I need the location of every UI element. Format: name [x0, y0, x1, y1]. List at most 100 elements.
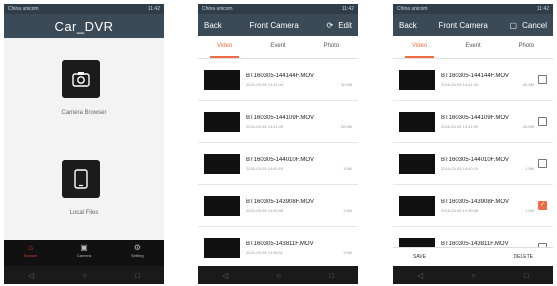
file-size: 26.5M	[522, 123, 534, 129]
tab-video[interactable]: Video	[393, 36, 446, 58]
file-name: BT160305-144010F.MOV	[441, 156, 510, 163]
video-thumbnail	[204, 237, 240, 258]
tab-camera-label: Camera	[76, 253, 92, 258]
camera-browser-button[interactable]	[62, 60, 100, 98]
tab-setting[interactable]: ⚙ Setting	[111, 240, 164, 266]
file-date: 2016-03-05 14:39:08	[246, 207, 284, 213]
home-body: Camera Browser Local Files	[4, 36, 164, 240]
category-tabs: Video Event Photo	[198, 36, 358, 59]
select-icon[interactable]: ▢	[510, 21, 518, 30]
tab-photo[interactable]: Photo	[305, 36, 358, 58]
app-header: Car_DVR	[4, 14, 164, 38]
video-thumbnail	[204, 69, 240, 90]
back-nav-icon[interactable]: ◁	[28, 271, 34, 280]
tab-photo[interactable]: Photo	[500, 36, 553, 58]
file-size: 1.5M	[343, 207, 352, 213]
camera-icon: ▣	[80, 243, 88, 252]
file-size: 30.5M	[522, 81, 534, 87]
video-thumbnail	[399, 111, 435, 132]
row-checkbox[interactable]	[538, 117, 547, 126]
list-item[interactable]: BT160305-144109F.MOV 2016-03-05 14:41:09…	[393, 101, 553, 143]
file-name: BT160305-144144F.MOV	[246, 72, 315, 79]
home-nav-icon[interactable]: ○	[276, 271, 281, 280]
file-name: BT160305-144144F.MOV	[441, 72, 510, 79]
category-tabs: Video Event Photo	[393, 36, 553, 59]
tab-browse[interactable]: ⌂ Browse	[4, 240, 57, 266]
save-button[interactable]: SAVE	[413, 254, 426, 260]
clock-text: 11:42	[147, 6, 160, 12]
video-thumbnail	[399, 69, 435, 90]
file-name: BT160305-144109F.MOV	[246, 114, 315, 121]
video-thumbnail	[399, 153, 435, 174]
switch-camera-icon[interactable]: ⟳	[327, 21, 334, 30]
tab-event[interactable]: Event	[251, 36, 304, 58]
file-size: 1.5M	[343, 165, 352, 171]
file-size: 26.5M	[340, 123, 352, 129]
tab-browse-label: Browse	[23, 253, 38, 258]
app-title: Car_DVR	[54, 18, 114, 34]
file-name: BT160305-143811F.MOV	[246, 240, 314, 247]
list-item[interactable]: BT160305-144010F.MOV 2016-03-05 14:40:10…	[393, 143, 553, 185]
file-size: 1.5M	[525, 207, 534, 213]
video-thumbnail	[204, 153, 240, 174]
back-nav-icon[interactable]: ◁	[222, 271, 228, 280]
back-button[interactable]: Back	[399, 21, 417, 30]
file-size: 1.5M	[343, 249, 352, 255]
file-list: BT160305-144144F.MOV 2016-03-05 14:41:44…	[393, 59, 553, 269]
recents-nav-icon[interactable]: □	[135, 271, 140, 280]
file-date: 2016-03-05 14:39:08	[441, 207, 479, 213]
file-date: 2016-03-05 14:40:10	[441, 165, 479, 171]
list-item[interactable]: BT160305-144144F.MOV 2016-03-05 14:41:44…	[393, 59, 553, 101]
clock-text: 11:42	[536, 6, 549, 12]
list-item[interactable]: BT160305-144144F.MOV 2016-03-05 14:41:44…	[198, 59, 358, 101]
tab-camera[interactable]: ▣ Camera	[57, 240, 110, 266]
file-date: 2016-03-05 14:41:09	[246, 123, 284, 129]
home-nav-icon[interactable]: ○	[471, 271, 476, 280]
list-item[interactable]: BT160305-143908F.MOV 2016-03-05 14:39:08…	[393, 185, 553, 227]
system-nav-bar: ◁ ○ □	[198, 266, 358, 284]
carrier-text: China unicom	[202, 6, 233, 12]
app-header: Back Front Camera ▢ Cancel	[393, 14, 553, 36]
list-item[interactable]: BT160305-143908F.MOV 2016-03-05 14:39:08…	[198, 185, 358, 227]
list-item[interactable]: BT160305-144010F.MOV 2016-03-05 14:40:10…	[198, 143, 358, 185]
tab-event[interactable]: Event	[446, 36, 499, 58]
row-checkbox[interactable]	[538, 75, 547, 84]
home-nav-icon[interactable]: ○	[82, 271, 87, 280]
recents-nav-icon[interactable]: □	[524, 271, 529, 280]
file-date: 2016-03-05 14:38:11	[246, 249, 283, 255]
gear-icon: ⚙	[133, 243, 141, 252]
file-list-screen: China unicom 11:42 Back Front Camera ⟳ E…	[198, 4, 358, 284]
file-list: BT160305-144144F.MOV 2016-03-05 14:41:44…	[198, 59, 358, 269]
file-date: 2016-03-05 14:41:44	[246, 81, 284, 87]
back-nav-icon[interactable]: ◁	[417, 271, 423, 280]
local-files-label: Local Files	[69, 210, 99, 216]
file-name: BT160305-144010F.MOV	[246, 156, 315, 163]
row-checkbox[interactable]	[538, 159, 547, 168]
app-header: Back Front Camera ⟳ Edit	[198, 14, 358, 36]
tab-video[interactable]: Video	[198, 36, 251, 58]
edit-button[interactable]: Edit	[338, 21, 352, 30]
status-bar: China unicom 11:42	[198, 4, 358, 14]
edit-action-bar: SAVE DELETE	[393, 247, 553, 266]
list-item[interactable]: BT160305-144109F.MOV 2016-03-05 14:41:09…	[198, 101, 358, 143]
edit-screen: China unicom 11:42 Back Front Camera ▢ C…	[393, 4, 553, 284]
file-name: BT160305-144109F.MOV	[441, 114, 510, 121]
file-name: BT160305-143908F.MOV	[246, 198, 315, 205]
status-bar: China unicom 11:42	[393, 4, 553, 14]
page-title: Front Camera	[438, 20, 488, 30]
system-nav-bar: ◁ ○ □	[393, 266, 553, 284]
status-bar: China unicom 11:42	[4, 4, 164, 14]
camera-browser-label: Camera Browser	[61, 110, 107, 116]
recents-nav-icon[interactable]: □	[329, 271, 334, 280]
home-screen: China unicom 11:42 Car_DVR Camera Browse…	[4, 4, 164, 284]
list-item[interactable]: BT160305-143811F.MOV 2016-03-05 14:38:11…	[198, 227, 358, 269]
cancel-button[interactable]: Cancel	[522, 21, 547, 30]
row-checkbox-checked[interactable]: ✓	[538, 201, 547, 210]
delete-button[interactable]: DELETE	[514, 254, 533, 260]
file-name: BT160305-143908F.MOV	[441, 198, 510, 205]
local-files-button[interactable]	[62, 160, 100, 198]
carrier-text: China unicom	[397, 6, 428, 12]
video-thumbnail	[204, 111, 240, 132]
bottom-tab-bar: ⌂ Browse ▣ Camera ⚙ Setting	[4, 240, 164, 266]
back-button[interactable]: Back	[204, 21, 222, 30]
